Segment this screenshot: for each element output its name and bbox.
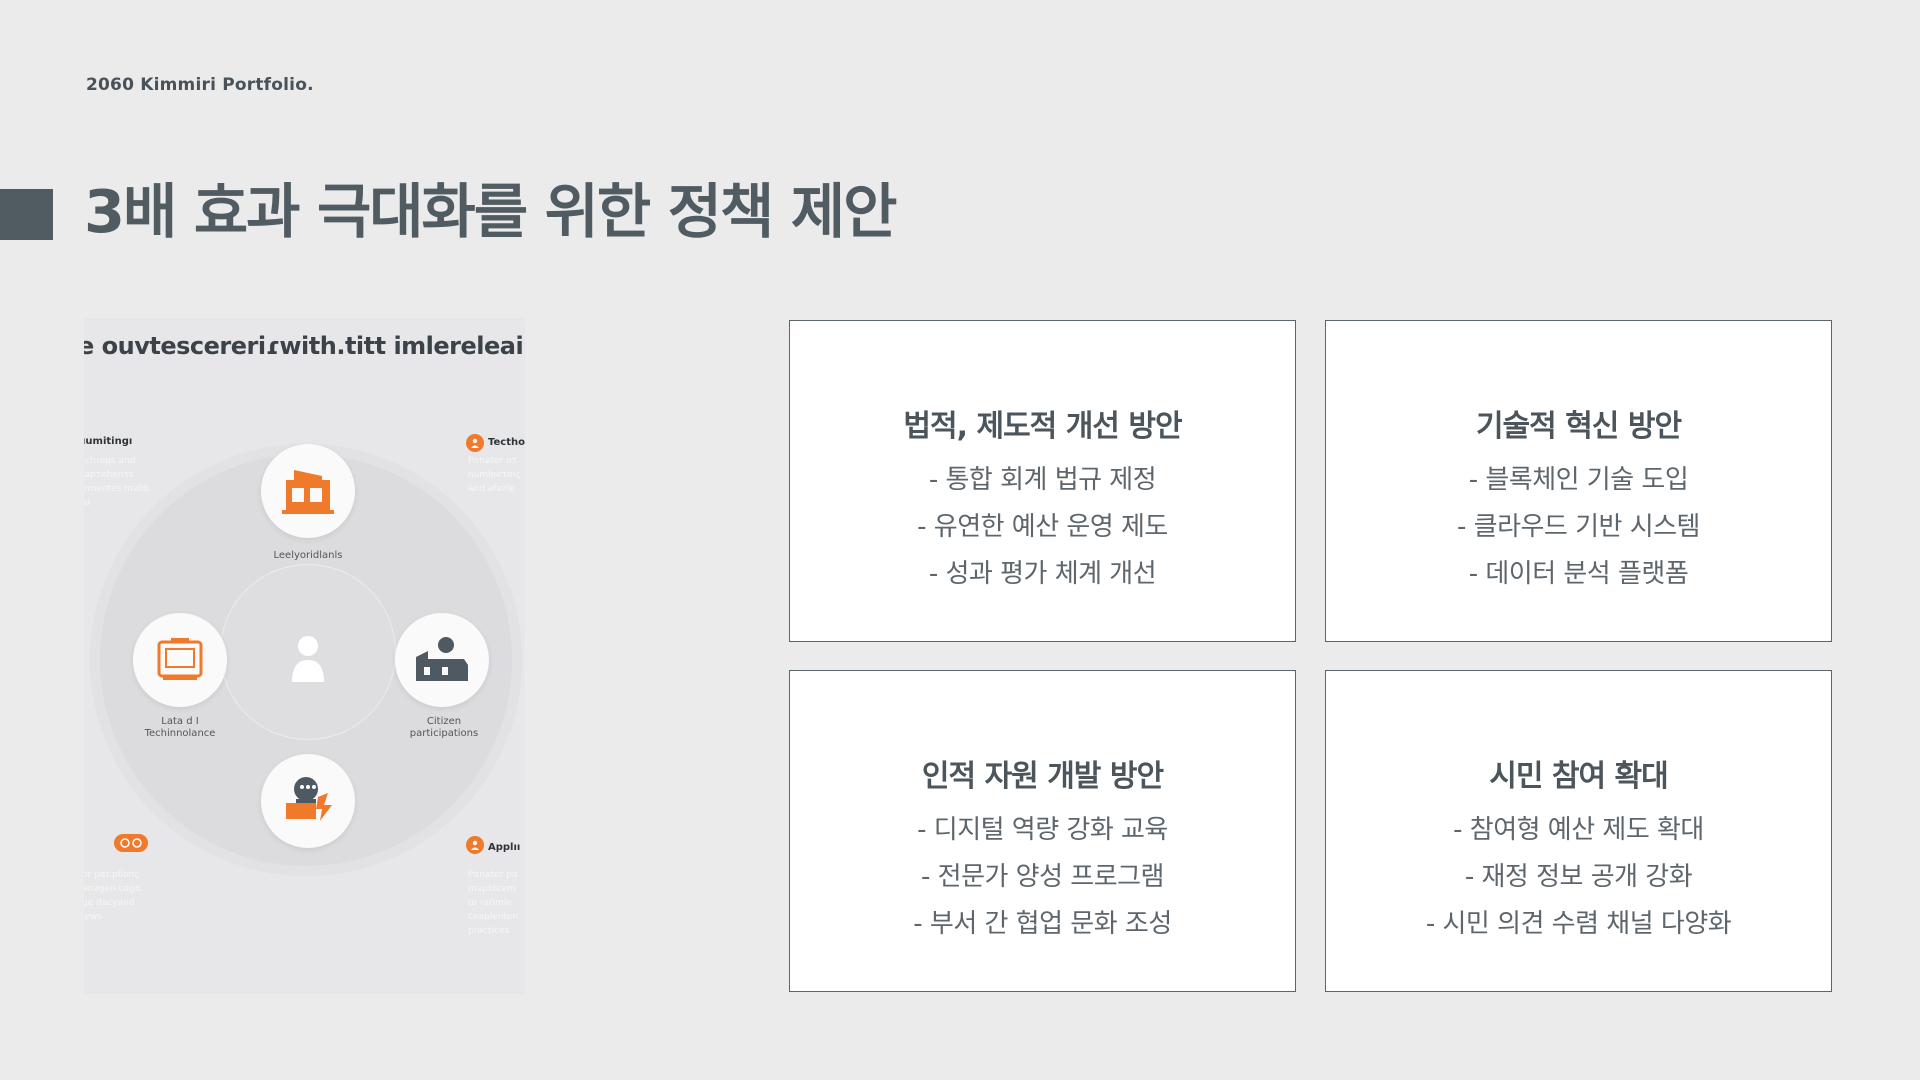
policy-card-citizen-participation: 시민 참여 확대 - 참여형 예산 제도 확대 - 재정 정보 공개 강화 - … bbox=[1325, 670, 1832, 992]
card-item: - 성과 평가 체계 개선 bbox=[928, 559, 1157, 589]
card-item: - 데이터 분석 플랫폼 bbox=[1468, 559, 1689, 589]
node-label: Lata d I Techinnolance bbox=[144, 716, 216, 739]
page-title: 3배 효과 극대화를 위한 정책 제안 bbox=[84, 177, 897, 246]
infographic-side-label: ıumitingı bbox=[84, 436, 133, 447]
citizen-building-icon bbox=[395, 613, 489, 707]
computer-monitor-icon bbox=[133, 613, 227, 707]
title-accent-bar bbox=[0, 189, 53, 240]
person-badge-icon bbox=[466, 434, 484, 452]
government-building-icon bbox=[261, 444, 355, 538]
card-item: - 재정 정보 공개 강화 bbox=[1464, 862, 1693, 892]
card-item: - 클라우드 기반 시스템 bbox=[1457, 512, 1700, 542]
brand-label: 2060 Kimmiri Portfolio. bbox=[86, 75, 314, 95]
card-title: 법적, 제도적 개선 방안 bbox=[903, 409, 1182, 444]
card-item: - 유연한 예산 운영 제도 bbox=[917, 512, 1168, 542]
group-badge-icon bbox=[114, 834, 148, 852]
card-item: - 시민 의견 수렴 채널 다양화 bbox=[1425, 909, 1732, 939]
card-title: 시민 참여 확대 bbox=[1489, 759, 1669, 794]
card-item: - 블록체인 기술 도입 bbox=[1468, 465, 1689, 495]
infographic-faint-text: or pαt.pllοnς anagen cαgα ge dacyand lew… bbox=[84, 870, 142, 922]
card-item: - 부서 간 협업 문화 조성 bbox=[913, 909, 1172, 939]
policy-card-legal: 법적, 제도적 개선 방안 - 통합 회계 법규 제정 - 유연한 예산 운영 … bbox=[789, 320, 1296, 642]
infographic-faint-text: Pαnater pα mapktcem to ratimie ceaplente… bbox=[468, 870, 519, 936]
infographic-faint-text: Pαnater oτ numleeτeις and afazle bbox=[468, 456, 522, 494]
card-item: - 전문가 양성 프로그램 bbox=[921, 862, 1164, 892]
collaboration-icon bbox=[261, 754, 355, 848]
node-label: Citizen participations bbox=[409, 716, 479, 739]
infographic-heading: e ouvtescereriɾwith.titt imlereleairt bbox=[84, 332, 525, 360]
person-badge-icon bbox=[466, 836, 484, 854]
infographic-faint-text: ιctιιeμs and iapτehenτs ementes maldι ai bbox=[84, 456, 150, 508]
policy-card-technology: 기술적 혁신 방안 - 블록체인 기술 도입 - 클라우드 기반 시스템 - 데… bbox=[1325, 320, 1832, 642]
card-title: 인적 자원 개발 방안 bbox=[921, 759, 1164, 794]
card-item: - 통합 회계 법규 제정 bbox=[928, 465, 1157, 495]
card-title: 기술적 혁신 방안 bbox=[1475, 409, 1682, 444]
infographic-image: e ouvtescereriɾwith.titt imlereleairt ıu… bbox=[84, 318, 525, 994]
person-icon bbox=[290, 634, 326, 684]
card-item: - 디지털 역량 강화 교육 bbox=[917, 815, 1168, 845]
card-item: - 참여형 예산 제도 확대 bbox=[1453, 815, 1704, 845]
infographic-side-label: Tecthoı bbox=[488, 437, 525, 448]
policy-card-human-resources: 인적 자원 개발 방안 - 디지털 역량 강화 교육 - 전문가 양성 프로그램… bbox=[789, 670, 1296, 992]
infographic-side-label: Applıı bbox=[488, 842, 521, 853]
node-label: Leelyoridlanls bbox=[273, 550, 343, 561]
